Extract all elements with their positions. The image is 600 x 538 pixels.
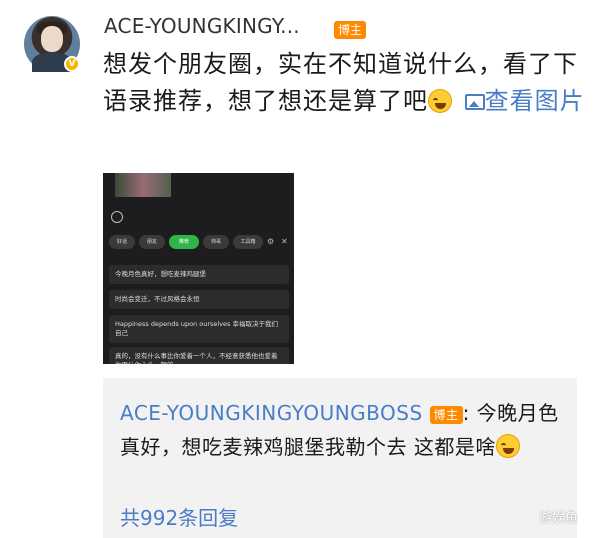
- photo-thumbnail: [115, 173, 171, 197]
- post-image[interactable]: 好话 朋友 推荐 帅哥 工具箱 ⚙ ✕ 今晚月色真好，想吃麦辣鸡腿堡 时尚会变迁…: [103, 173, 294, 364]
- author-avatar[interactable]: V: [24, 16, 80, 72]
- chip: 工具箱: [233, 235, 263, 249]
- chip-active: 推荐: [169, 235, 199, 249]
- reply-preview[interactable]: ACE-YOUNGKINGYOUNGBOSS 博主: 今晚月色真好，想吃麦辣鸡腿…: [103, 378, 577, 538]
- suggestion-item: 时尚会变迁，不过风格会永恒: [109, 290, 289, 309]
- close-icon: ✕: [281, 237, 288, 246]
- author-name[interactable]: ACE-YOUNGKINGY...: [104, 14, 300, 38]
- avatar-face: [41, 26, 63, 52]
- laugh-cry-emoji-icon: [495, 434, 520, 458]
- chip: 好话: [109, 235, 135, 249]
- view-image-label: 查看图片: [484, 87, 585, 115]
- v-badge-icon: V: [64, 56, 80, 72]
- reply-text: ACE-YOUNGKINGYOUNGBOSS 博主: 今晚月色真好，想吃麦辣鸡腿…: [120, 396, 570, 464]
- image-icon: [464, 94, 485, 110]
- view-image-link[interactable]: 查看图片: [461, 87, 585, 115]
- reply-host-badge: 博主: [429, 405, 463, 424]
- reply-count-link[interactable]: 共992条回复: [120, 502, 238, 531]
- suggestion-chips: 好话 朋友 推荐 帅哥 工具箱 ⚙ ✕: [109, 235, 293, 249]
- reply-username[interactable]: ACE-YOUNGKINGYOUNGBOSS: [120, 401, 423, 425]
- suggestion-item: Happiness depends upon ourselves 幸福取决于我们…: [109, 315, 289, 343]
- settings-icon: ⚙: [267, 237, 275, 246]
- emoji-button-icon: [111, 211, 123, 223]
- watermark: 游娱鱼: [538, 511, 578, 526]
- post-text: 想发个朋友圈，实在不知道说什么，看了下语录推荐，想了想还是算了吧 查看图片: [103, 46, 589, 120]
- chip: 帅哥: [203, 235, 229, 249]
- suggestion-item: 真的，没有什么事比你爱着一个人，不经意获悉他也爱着你更让你心头一颤的: [109, 347, 289, 364]
- reply-separator: :: [462, 401, 470, 425]
- host-badge: 博主: [334, 21, 367, 39]
- laugh-cry-emoji-icon: [428, 89, 452, 113]
- chip: 朋友: [139, 235, 165, 249]
- suggestion-item: 今晚月色真好，想吃麦辣鸡腿堡: [109, 265, 289, 284]
